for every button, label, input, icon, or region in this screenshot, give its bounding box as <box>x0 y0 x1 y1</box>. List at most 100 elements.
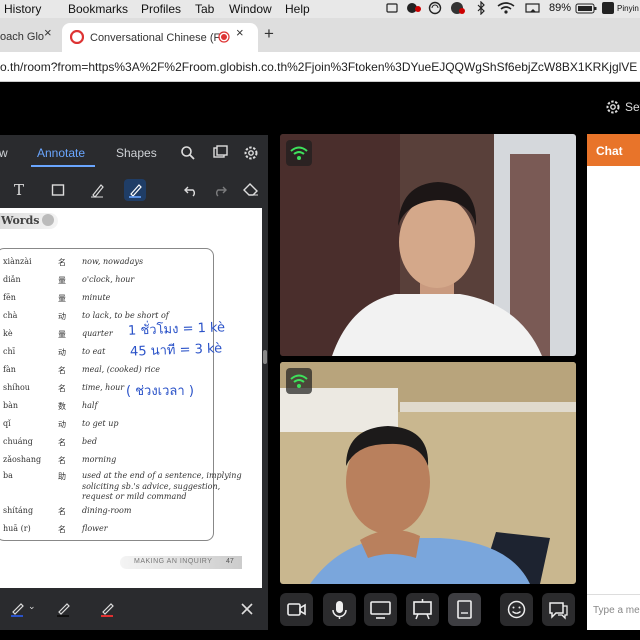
chat-toggle-button[interactable] <box>542 593 575 626</box>
vocab-row: ba 助 used at the end of a sentence, implyi… <box>0 471 242 481</box>
vocab-pinyin: fàn <box>3 365 16 374</box>
battery-icon[interactable] <box>575 2 597 17</box>
settings-icon[interactable] <box>605 99 621 120</box>
audio-icon[interactable] <box>524 1 542 18</box>
vocab-part-of-speech: 动 <box>58 312 66 321</box>
pen-preset-black-icon[interactable] <box>56 601 72 622</box>
vocab-row: chuáng 名 bed <box>0 437 212 447</box>
vocab-definition: flower <box>82 524 108 533</box>
text-tool-icon[interactable]: T <box>8 179 30 201</box>
search-icon[interactable] <box>180 145 196 166</box>
vocab-definition: now, nowadays <box>82 257 144 266</box>
status-circle-icon[interactable] <box>428 1 442 18</box>
menu-tab[interactable]: Tab <box>195 2 214 16</box>
tab-close-icon[interactable]: × <box>44 25 52 40</box>
vocab-definition: dining-room <box>82 506 132 515</box>
menu-bookmarks[interactable]: Bookmarks <box>68 2 128 16</box>
vocab-part-of-speech: 助 <box>58 472 66 481</box>
vocab-pinyin: zǎoshang <box>3 455 42 464</box>
creative-cloud-icon[interactable] <box>405 1 423 18</box>
vocab-row: bàn 数 half <box>0 401 212 411</box>
tab-conversational-chinese[interactable]: Conversational Chinese (F <box>62 23 258 52</box>
settings-label[interactable]: Set <box>625 100 640 114</box>
tab-view[interactable]: w <box>0 146 8 160</box>
address-bar[interactable]: o.th/room?from=https%3A%2F%2Froom.globis… <box>0 52 640 82</box>
vocab-part-of-speech: 名 <box>58 507 66 516</box>
chat-header: Chat <box>587 134 640 166</box>
vocab-row: fàn 名 meal, (cooked) rice <box>0 365 212 375</box>
reactions-button[interactable] <box>500 593 533 626</box>
chat-bubble-icon <box>549 602 568 620</box>
vocab-part-of-speech: 动 <box>58 420 66 429</box>
tab-shapes[interactable]: Shapes <box>116 146 157 160</box>
highlighter-tool-icon[interactable] <box>124 179 146 201</box>
video-tile-teacher[interactable] <box>280 134 576 356</box>
vocab-part-of-speech: 名 <box>58 525 66 534</box>
pen-tool-icon[interactable] <box>86 179 108 201</box>
tab-label: oach Glo <box>0 31 45 43</box>
microphone-button[interactable] <box>323 593 356 626</box>
menu-help[interactable]: Help <box>285 2 310 16</box>
new-tab-button[interactable]: + <box>264 24 274 44</box>
vocab-definition: o'clock, hour <box>82 275 135 284</box>
vocab-part-of-speech: 动 <box>58 348 66 357</box>
close-icon[interactable] <box>240 602 254 621</box>
url-text[interactable]: o.th/room?from=https%3A%2F%2Froom.globis… <box>0 60 637 74</box>
tab-annotate[interactable]: Annotate <box>37 146 85 160</box>
menu-window[interactable]: Window <box>229 2 272 16</box>
pen-style-icon[interactable] <box>10 601 26 622</box>
menu-profiles[interactable]: Profiles <box>141 2 181 16</box>
vocab-pinyin: diǎn <box>3 275 21 284</box>
gear-icon[interactable] <box>243 145 259 166</box>
tab-close-icon[interactable]: × <box>236 25 244 40</box>
bluetooth-icon[interactable] <box>476 0 486 18</box>
chat-title: Chat <box>596 144 623 158</box>
vocab-part-of-speech: 量 <box>58 276 66 285</box>
wifi-status-icon[interactable] <box>497 1 515 18</box>
whiteboard-button[interactable] <box>406 593 439 626</box>
vocab-definition: soliciting sb.'s advice, suggestion, <box>82 482 221 491</box>
screen-share-button[interactable] <box>364 593 397 626</box>
vocab-pinyin: qǐ <box>3 419 11 428</box>
pen-preset-red-icon[interactable] <box>100 601 116 622</box>
chat-input-placeholder: Type a me <box>593 605 640 616</box>
vocab-row: shítáng 名 dining-room <box>0 506 212 516</box>
vocab-pinyin: shíhou <box>3 383 30 392</box>
input-source-icon[interactable] <box>601 1 615 18</box>
undo-icon[interactable] <box>180 179 202 201</box>
vocab-definition: morning <box>82 455 117 464</box>
audio-disc-icon <box>42 214 54 226</box>
chevron-down-icon[interactable]: ⌄ <box>28 601 36 612</box>
vocab-pinyin: bàn <box>3 401 19 410</box>
menu-history[interactable]: History <box>4 2 41 16</box>
chat-input[interactable]: Type a me <box>587 594 640 630</box>
favicon-icon <box>69 29 85 47</box>
video-camera-icon <box>287 603 306 616</box>
vocab-row: qǐ 动 to get up <box>0 419 212 429</box>
video-tile-student[interactable] <box>280 362 576 584</box>
vocab-pinyin: chuáng <box>3 437 33 446</box>
thumbnails-icon[interactable] <box>212 145 228 166</box>
document-page[interactable]: Words xiànzài 名 now, nowadays diǎn 量 o'clock,… <box>0 208 262 588</box>
active-tab-indicator <box>31 165 95 167</box>
redo-icon[interactable] <box>209 179 231 201</box>
page-scrollbar[interactable] <box>263 350 267 364</box>
vpn-icon[interactable] <box>450 1 466 18</box>
vocab-part-of-speech: 数 <box>58 402 66 411</box>
annotation-line-3: ( ช่วงเวลา ) <box>126 384 194 399</box>
vocab-part-of-speech: 量 <box>58 294 66 303</box>
vocab-definition: to get up <box>82 419 119 428</box>
vocab-pinyin: fēn <box>3 293 16 302</box>
vocab-definition: to eat <box>82 347 106 356</box>
microphone-icon <box>332 601 347 619</box>
vocab-definition: bed <box>82 437 97 446</box>
document-icon <box>457 600 472 619</box>
document-button[interactable] <box>448 593 481 626</box>
eraser-icon[interactable] <box>240 179 262 201</box>
status-icon[interactable] <box>385 1 399 18</box>
vocab-definition: used at the end of a sentence, implying <box>82 471 242 480</box>
vocab-row: diǎn 量 o'clock, hour <box>0 275 212 285</box>
camera-button[interactable] <box>280 593 313 626</box>
vocab-pinyin: huā (r) <box>3 524 31 533</box>
rectangle-tool-icon[interactable] <box>47 179 69 201</box>
